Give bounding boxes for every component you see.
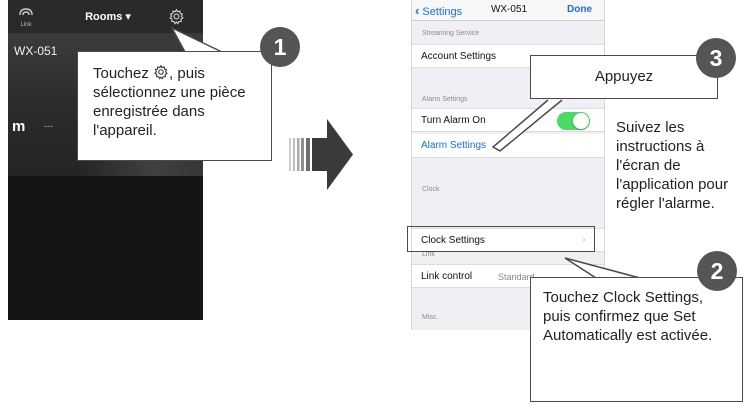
turn-alarm-on-label: Turn Alarm On: [421, 115, 486, 126]
nav-bar: ‹ Settings WX-051 Done: [412, 0, 604, 21]
section-streaming: Streaming Service: [422, 30, 480, 37]
callout-step-3: Appuyez: [530, 55, 718, 99]
link-label: Link: [20, 22, 32, 28]
top-bar: Link Rooms ▾: [8, 0, 203, 34]
room-status: ---: [44, 121, 53, 131]
nav-title: WX-051: [490, 4, 528, 15]
chevron-left-icon: ‹: [415, 3, 420, 18]
step-2-badge: 2: [697, 251, 737, 291]
clock-settings-highlight: [407, 226, 595, 252]
callout-step-1: Touchez , puis sélectionnez une pièce en…: [77, 51, 272, 161]
callout2-text: Touchez Clock Settings, puis confirmez q…: [543, 289, 713, 344]
section-alarm: Alarm Settings: [422, 96, 468, 103]
callout1-text-c: sélectionnez une pièce enregistrée dans …: [93, 84, 246, 139]
turn-alarm-on-row: Turn Alarm On: [412, 108, 604, 132]
side-instruction: Suivez les instructions à l'écran de l'a…: [616, 119, 729, 212]
section-link: Link: [422, 251, 435, 258]
back-button[interactable]: ‹ Settings: [415, 3, 462, 18]
alarm-settings-link[interactable]: Alarm Settings: [421, 140, 486, 151]
gear-icon[interactable]: [168, 8, 185, 25]
alarm-toggle[interactable]: [557, 112, 590, 130]
step-1-badge: 1: [260, 27, 300, 67]
done-button[interactable]: Done: [567, 4, 592, 15]
section-clock: Clock: [422, 186, 440, 193]
callout3-text: Appuyez: [594, 68, 654, 85]
alarm-settings-row[interactable]: Alarm Settings: [412, 134, 604, 158]
callout1-text-b: , puis: [169, 65, 205, 82]
callout1-text-a: Touchez: [93, 65, 154, 82]
link-icon[interactable]: [17, 5, 35, 23]
link-control-label: Link control: [421, 271, 473, 282]
gear-icon: [154, 64, 168, 80]
rooms-dropdown[interactable]: Rooms ▾: [73, 10, 143, 23]
room-name: WX-051: [14, 44, 58, 58]
account-settings-label: Account Settings: [421, 51, 497, 62]
section-misc: Misc.: [422, 314, 439, 321]
callout-step-2: Touchez Clock Settings, puis confirmez q…: [530, 277, 743, 402]
toggle-knob: [573, 113, 589, 129]
back-label: Settings: [422, 6, 463, 18]
step-3-badge: 3: [696, 38, 736, 78]
room-logo: m: [12, 118, 26, 135]
next-step-arrow-icon: [289, 119, 353, 190]
